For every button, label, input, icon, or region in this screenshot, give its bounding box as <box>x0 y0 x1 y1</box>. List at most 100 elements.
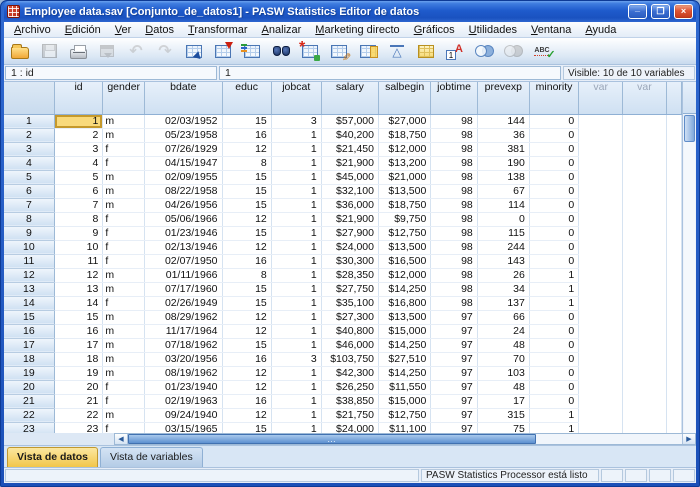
cell-salary-row12[interactable]: $28,350 <box>321 268 378 282</box>
cell-bdate-row14[interactable]: 02/26/1949 <box>145 296 222 310</box>
cell-salary-row18[interactable]: $103,750 <box>321 352 378 366</box>
column-header-minority[interactable]: minority <box>529 82 578 114</box>
undo-icon[interactable]: ↶ <box>123 40 149 63</box>
cell-pad-row11[interactable] <box>666 254 681 268</box>
show-all-variables-icon[interactable] <box>500 40 526 63</box>
cell-salbegin-row11[interactable]: $16,500 <box>379 254 431 268</box>
cell-salary-row15[interactable]: $27,300 <box>321 310 378 324</box>
cell-educ-row8[interactable]: 12 <box>222 212 271 226</box>
row-header-1[interactable]: 1 <box>4 114 54 128</box>
cell-pad-row8[interactable] <box>666 212 681 226</box>
row-header-21[interactable]: 21 <box>4 394 54 408</box>
cell-id-row7[interactable]: 7 <box>54 198 103 212</box>
row-header-2[interactable]: 2 <box>4 128 54 142</box>
cell-minority-row20[interactable]: 0 <box>529 380 578 394</box>
row-header-9[interactable]: 9 <box>4 226 54 240</box>
cell-jobcat-row20[interactable]: 1 <box>271 380 321 394</box>
cell-gender-row16[interactable]: m <box>103 324 145 338</box>
menu-marketing-directo[interactable]: Marketing directo <box>308 23 406 37</box>
cell-pad-row3[interactable] <box>666 142 681 156</box>
cell-jobcat-row15[interactable]: 1 <box>271 310 321 324</box>
row-header-14[interactable]: 14 <box>4 296 54 310</box>
column-header-salbegin[interactable]: salbegin <box>379 82 431 114</box>
cell-jobtime-row13[interactable]: 98 <box>431 282 477 296</box>
row-header-11[interactable]: 11 <box>4 254 54 268</box>
cell-jobcat-row9[interactable]: 1 <box>271 226 321 240</box>
cell-jobcat-row12[interactable]: 1 <box>271 268 321 282</box>
cell-educ-row4[interactable]: 8 <box>222 156 271 170</box>
cell-minority-row6[interactable]: 0 <box>529 184 578 198</box>
cell-bdate-row3[interactable]: 07/26/1929 <box>145 142 222 156</box>
cell-pad-row22[interactable] <box>666 408 681 422</box>
menu-gr-ficos[interactable]: Gráficos <box>407 23 462 37</box>
cell-pad-row4[interactable] <box>666 156 681 170</box>
cell-pad-row10[interactable] <box>666 240 681 254</box>
column-header-pad[interactable] <box>666 82 681 114</box>
cell-gender-row21[interactable]: f <box>103 394 145 408</box>
cell-jobtime-row19[interactable]: 97 <box>431 366 477 380</box>
row-header-13[interactable]: 13 <box>4 282 54 296</box>
cell-minority-row22[interactable]: 1 <box>529 408 578 422</box>
cell-id-row3[interactable]: 3 <box>54 142 103 156</box>
cell-salbegin-row23[interactable]: $11,100 <box>379 422 431 433</box>
tab-vista-de-variables[interactable]: Vista de variables <box>100 447 203 467</box>
cell-jobtime-row23[interactable]: 97 <box>431 422 477 433</box>
cell-salbegin-row4[interactable]: $13,200 <box>379 156 431 170</box>
cell-jobcat-row17[interactable]: 1 <box>271 338 321 352</box>
cell-pad-row6[interactable] <box>666 184 681 198</box>
weight-cases-icon[interactable]: △ <box>384 40 410 63</box>
column-header-prevexp[interactable]: prevexp <box>477 82 529 114</box>
cell-salary-row22[interactable]: $21,750 <box>321 408 378 422</box>
menu-transformar[interactable]: Transformar <box>181 23 255 37</box>
cell-var1-row19[interactable] <box>579 366 623 380</box>
cell-gender-row20[interactable]: f <box>103 380 145 394</box>
cell-minority-row15[interactable]: 0 <box>529 310 578 324</box>
cell-minority-row2[interactable]: 0 <box>529 128 578 142</box>
cell-salary-row14[interactable]: $35,100 <box>321 296 378 310</box>
cell-educ-row10[interactable]: 12 <box>222 240 271 254</box>
cell-prevexp-row14[interactable]: 137 <box>477 296 529 310</box>
cell-bdate-row19[interactable]: 08/19/1962 <box>145 366 222 380</box>
cell-salbegin-row8[interactable]: $9,750 <box>379 212 431 226</box>
recall-dialogs-icon[interactable] <box>94 40 120 63</box>
cell-var1-row2[interactable] <box>579 128 623 142</box>
cell-minority-row4[interactable]: 0 <box>529 156 578 170</box>
cell-jobtime-row1[interactable]: 98 <box>431 114 477 128</box>
cell-bdate-row9[interactable]: 01/23/1946 <box>145 226 222 240</box>
cell-var1-row5[interactable] <box>579 170 623 184</box>
row-header-15[interactable]: 15 <box>4 310 54 324</box>
cell-gender-row5[interactable]: m <box>103 170 145 184</box>
cell-var1-row16[interactable] <box>579 324 623 338</box>
cell-educ-row16[interactable]: 12 <box>222 324 271 338</box>
cell-jobcat-row2[interactable]: 1 <box>271 128 321 142</box>
cell-pad-row21[interactable] <box>666 394 681 408</box>
cell-jobtime-row14[interactable]: 98 <box>431 296 477 310</box>
cell-prevexp-row16[interactable]: 24 <box>477 324 529 338</box>
cell-gender-row11[interactable]: f <box>103 254 145 268</box>
cell-educ-row9[interactable]: 15 <box>222 226 271 240</box>
menu-datos[interactable]: Datos <box>138 23 181 37</box>
cell-educ-row2[interactable]: 16 <box>222 128 271 142</box>
save-icon[interactable] <box>36 40 62 63</box>
cell-pad-row16[interactable] <box>666 324 681 338</box>
cell-gender-row23[interactable]: f <box>103 422 145 433</box>
cell-bdate-row22[interactable]: 09/24/1940 <box>145 408 222 422</box>
row-header-18[interactable]: 18 <box>4 352 54 366</box>
cell-gender-row15[interactable]: m <box>103 310 145 324</box>
cell-var2-row6[interactable] <box>623 184 667 198</box>
cell-id-row1[interactable]: 1 <box>54 114 103 128</box>
cell-gender-row3[interactable]: f <box>103 142 145 156</box>
cell-educ-row5[interactable]: 15 <box>222 170 271 184</box>
cell-jobcat-row14[interactable]: 1 <box>271 296 321 310</box>
cell-var1-row7[interactable] <box>579 198 623 212</box>
row-header-7[interactable]: 7 <box>4 198 54 212</box>
cell-jobcat-row5[interactable]: 1 <box>271 170 321 184</box>
row-header-19[interactable]: 19 <box>4 366 54 380</box>
horizontal-scrollbar-track[interactable] <box>536 434 682 444</box>
cell-var1-row14[interactable] <box>579 296 623 310</box>
cell-jobtime-row10[interactable]: 98 <box>431 240 477 254</box>
cell-prevexp-row3[interactable]: 381 <box>477 142 529 156</box>
cell-salbegin-row16[interactable]: $15,000 <box>379 324 431 338</box>
cell-salary-row11[interactable]: $30,300 <box>321 254 378 268</box>
column-header-var1[interactable]: var <box>579 82 623 114</box>
